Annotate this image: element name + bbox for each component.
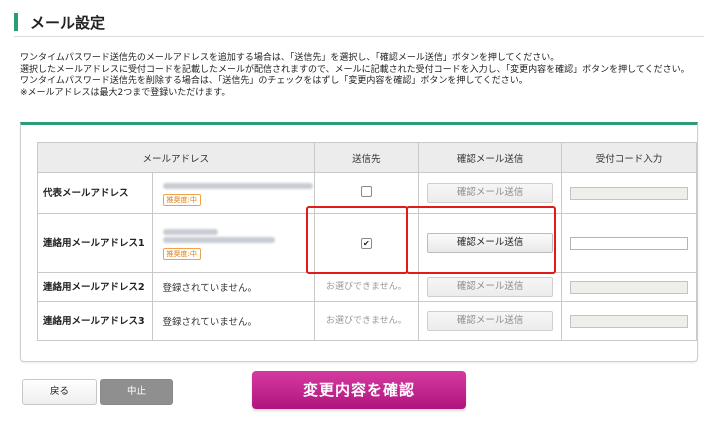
page-header: メール設定 — [14, 10, 704, 37]
table-row: 連絡用メールアドレス3 登録されていません。 お選びできません。 確認メール送信 — [37, 301, 697, 341]
confirm-mail-button[interactable]: 確認メール送信 — [427, 277, 554, 297]
highlight-confirm-mail — [406, 206, 556, 274]
header-code-input: 受付コード入力 — [561, 142, 697, 173]
row-label: 連絡用メールアドレス1 — [37, 213, 153, 273]
not-selectable-text: お選びできません。 — [313, 272, 420, 302]
recommend-badge: 推奨度:中 — [162, 193, 201, 206]
email-cell: 登録されていません。 — [151, 272, 315, 302]
recommend-badge: 推奨度:中 — [162, 247, 201, 260]
row-label: 連絡用メールアドレス3 — [37, 301, 153, 341]
code-input[interactable] — [570, 236, 689, 250]
code-cell — [561, 172, 697, 214]
blurred-email-name — [162, 228, 218, 235]
confirm-mail-cell: 確認メール送信 — [418, 301, 563, 341]
send-to-checkbox[interactable] — [360, 186, 372, 197]
not-selectable-text: お選びできません。 — [313, 301, 420, 341]
back-button[interactable]: 戻る — [22, 379, 97, 405]
code-cell — [561, 301, 697, 341]
table-header-row: メールアドレス 送信先 確認メール送信 受付コード入力 — [37, 142, 697, 173]
confirm-mail-button[interactable]: 確認メール送信 — [427, 183, 554, 203]
blurred-email — [162, 236, 275, 243]
code-cell — [561, 272, 697, 302]
title-accent-bar — [14, 13, 18, 31]
code-input[interactable] — [570, 186, 689, 200]
email-cell: 推奨度:中 — [151, 172, 315, 214]
cancel-button[interactable]: 中止 — [100, 379, 173, 405]
row-label: 代表メールアドレス — [37, 172, 153, 214]
confirm-mail-button[interactable]: 確認メール送信 — [427, 311, 554, 331]
page-title: メール設定 — [30, 14, 106, 32]
code-input[interactable] — [570, 314, 689, 328]
highlight-send-to — [306, 206, 408, 274]
description-line-2: 選択したメールアドレスに受付コードを記載したメールが配信されますので、メールに記… — [20, 64, 690, 75]
code-input[interactable] — [570, 280, 689, 294]
description-line-1: ワンタイムパスワード送信先のメールアドレスを追加する場合は、「送信先」を選択し、… — [20, 53, 560, 63]
description: ワンタイムパスワード送信先のメールアドレスを追加する場合は、「送信先」を選択し、… — [20, 53, 700, 99]
row-label-text: 連絡用メールアドレス1 — [43, 237, 145, 249]
header-send-to: 送信先 — [313, 142, 420, 173]
confirm-mail-cell: 確認メール送信 — [418, 272, 563, 302]
header-email: メールアドレス — [37, 142, 315, 173]
table-row: 連絡用メールアドレス2 登録されていません。 お選びできません。 確認メール送信 — [37, 272, 697, 302]
description-line-4: ※メールアドレスは最大2つまで登録いただけます。 — [20, 87, 231, 98]
description-line-3: ワンタイムパスワード送信先を削除する場合は、「送信先」のチェックをはずし「変更内… — [20, 76, 528, 86]
code-cell — [561, 213, 697, 273]
email-cell: 推奨度:中 — [151, 213, 315, 273]
confirm-changes-button[interactable]: 変更内容を確認 — [252, 371, 466, 409]
row-label: 連絡用メールアドレス2 — [37, 272, 153, 302]
header-confirm-mail: 確認メール送信 — [418, 142, 563, 173]
blurred-email — [162, 182, 313, 189]
email-cell: 登録されていません。 — [151, 301, 315, 341]
